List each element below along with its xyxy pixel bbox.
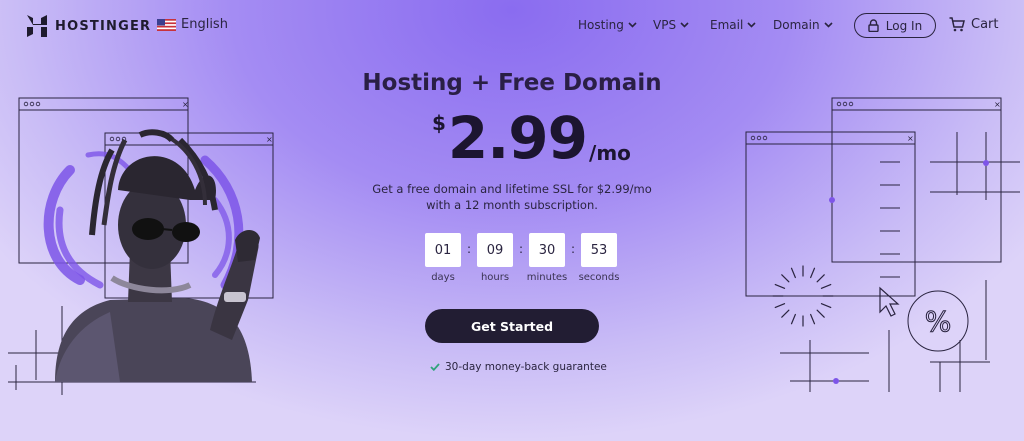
hero-person-illustration <box>55 129 260 382</box>
countdown-label: hours <box>480 272 510 283</box>
sunburst-ray <box>820 303 832 309</box>
offer-description: Get a free domain and lifetime SSL for $… <box>0 181 1024 213</box>
svg-text:×: × <box>907 134 914 143</box>
chevron-down-icon <box>628 22 637 28</box>
countdown-separator: : <box>570 242 576 256</box>
price-period: /mo <box>589 141 631 165</box>
offer-description-line: Get a free domain and lifetime SSL for $… <box>372 182 652 196</box>
countdown-label: days <box>431 272 455 283</box>
countdown-value: 09 <box>477 233 513 267</box>
countdown-value: 30 <box>529 233 565 267</box>
sunburst-ray <box>790 267 796 279</box>
language-selector[interactable]: English <box>157 17 228 32</box>
check-icon <box>430 363 440 371</box>
hostinger-logo-icon <box>27 15 47 37</box>
brand-logo[interactable]: HOSTINGER <box>27 15 151 37</box>
cart-label: Cart <box>971 17 999 32</box>
price-amount: 2.99 <box>447 104 588 172</box>
nav-menu-label: Domain <box>773 18 820 32</box>
countdown-label: minutes <box>526 272 568 283</box>
chevron-down-icon <box>824 22 833 28</box>
sunburst-ray <box>816 274 825 283</box>
top-navigation: HOSTINGER English Hosting VPS Email Doma… <box>0 0 1024 52</box>
sunburst-ray <box>810 267 816 279</box>
sunburst-ray <box>820 283 832 289</box>
sunburst-ray <box>781 274 790 283</box>
countdown-minutes: 30 minutes <box>526 233 568 283</box>
nav-menu-hosting[interactable]: Hosting <box>578 18 637 32</box>
sunburst-ray <box>790 313 796 325</box>
countdown-hours: 09 hours <box>476 233 514 283</box>
hero-illustration: × × × × % <box>8 97 1020 395</box>
countdown-value: 01 <box>425 233 461 267</box>
price-currency: $ <box>432 111 446 135</box>
brand-name: HOSTINGER <box>55 18 152 34</box>
nav-menu-label: Email <box>710 18 744 32</box>
sunburst-ray <box>781 309 790 318</box>
countdown-label: seconds <box>578 272 620 283</box>
get-started-button[interactable]: Get Started <box>425 309 599 343</box>
countdown-separator: : <box>466 242 472 256</box>
price-display: $ 2.99 /mo <box>432 103 631 173</box>
chevron-down-icon <box>680 22 689 28</box>
chevron-down-icon <box>747 22 756 28</box>
offer-description-line: with a 12 month subscription. <box>426 198 598 212</box>
countdown-value: 53 <box>581 233 617 267</box>
countdown-separator: : <box>518 242 524 256</box>
countdown-days: 01 days <box>424 233 462 283</box>
login-label: Log In <box>885 18 923 33</box>
hero-title: Hosting + Free Domain <box>362 70 662 96</box>
countdown-seconds: 53 seconds <box>578 233 620 283</box>
percent-icon: % <box>925 305 952 338</box>
right-window-frames <box>745 97 1020 392</box>
cursor-icon <box>879 286 900 317</box>
sunburst-ray <box>810 313 816 325</box>
sunburst-ray <box>774 283 786 289</box>
money-back-guarantee: 30-day money-back guarantee <box>430 361 607 373</box>
nav-menu-vps[interactable]: VPS <box>653 18 689 32</box>
cart-link[interactable]: Cart <box>949 17 999 32</box>
svg-text:×: × <box>994 100 1001 109</box>
cart-icon <box>949 17 965 32</box>
nav-menu-domain[interactable]: Domain <box>773 18 833 32</box>
language-label: English <box>181 17 228 32</box>
lock-icon <box>868 19 879 32</box>
nav-menu-label: VPS <box>653 18 677 32</box>
nav-menu-email[interactable]: Email <box>710 18 756 32</box>
us-flag-icon <box>157 18 176 31</box>
guarantee-text: 30-day money-back guarantee <box>445 361 607 373</box>
sunburst-ray <box>774 303 786 309</box>
countdown-timer: 01 days : 09 hours : 30 minutes : 53 sec… <box>424 233 620 283</box>
login-button[interactable]: Log In <box>854 13 936 38</box>
svg-text:×: × <box>182 100 189 109</box>
nav-menu-label: Hosting <box>578 18 624 32</box>
sunburst-ray <box>816 309 825 318</box>
svg-text:×: × <box>266 135 273 144</box>
